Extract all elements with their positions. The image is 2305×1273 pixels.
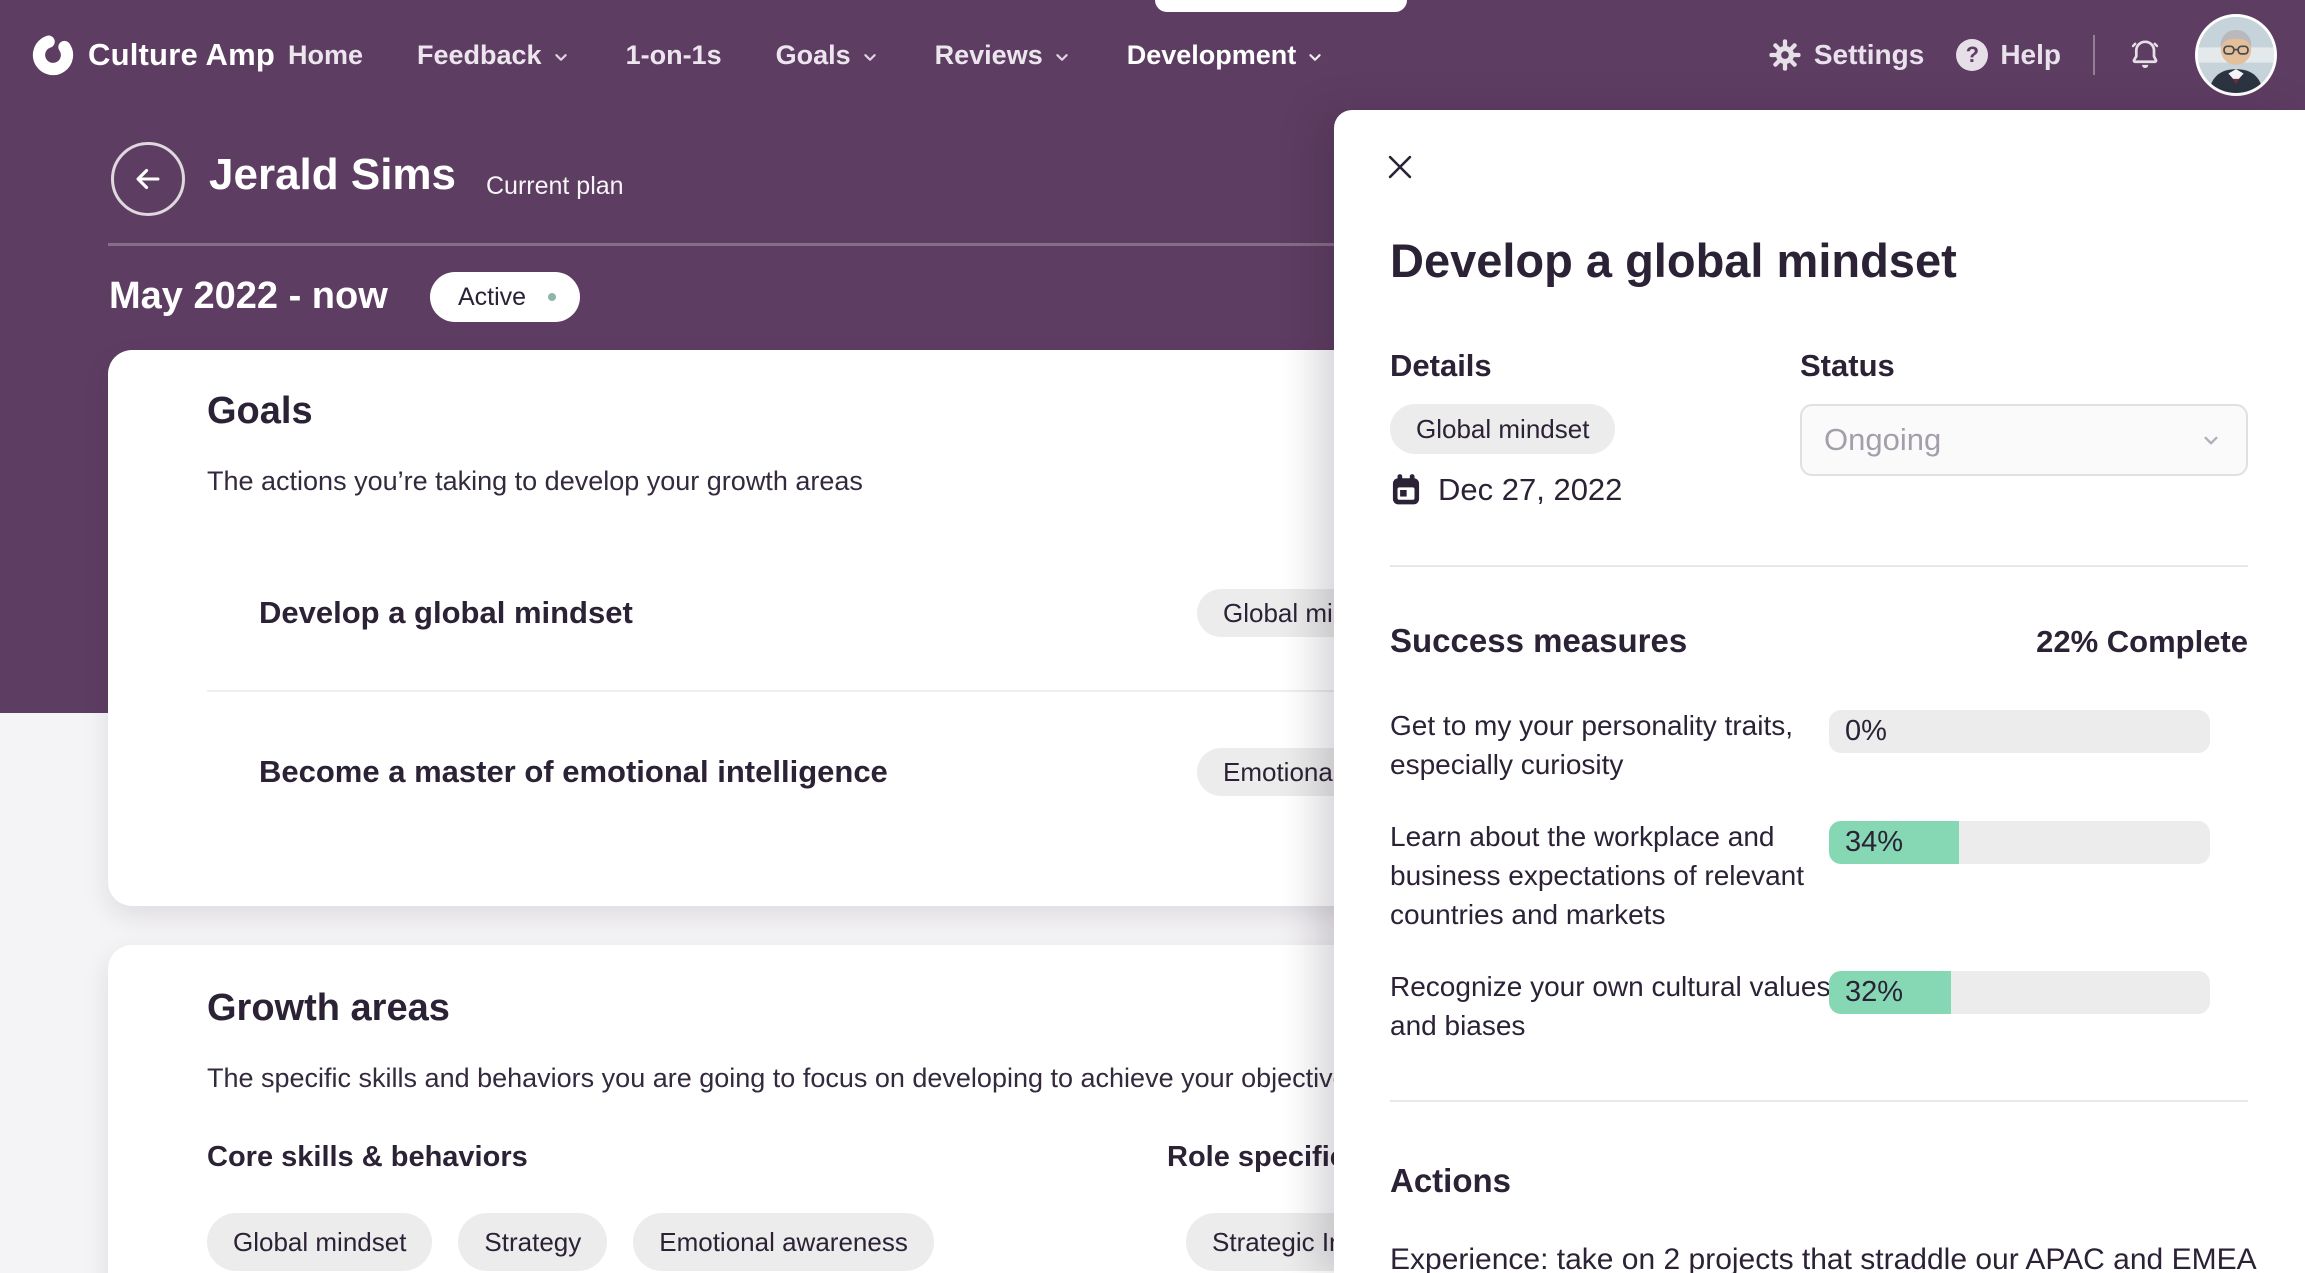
goal-row-develop-a-global-mindset[interactable]: Develop a global mindset Global mindset [259,589,1430,637]
nav-right-cluster: Settings ? Help [1768,0,2277,110]
status-dot-icon [548,293,557,301]
progress-bar: 0% [1829,710,2210,753]
help-button[interactable]: ? Help [1956,39,2061,71]
measure-label: Learn about the workplace and business e… [1390,821,1805,930]
chevron-down-icon [2204,436,2218,445]
nav-item-development[interactable]: Development [1127,40,1327,71]
close-icon [1388,155,1412,179]
growth-tag-global-mindset[interactable]: Global mindset [207,1213,433,1271]
brand-logo[interactable]: Culture Amp [32,0,275,110]
chevron-down-icon [863,53,876,61]
calendar-icon [1392,474,1420,505]
top-nav: Culture Amp Home Feedback 1-on-1s Goals Revi… [0,0,2305,110]
progress-percent-label: 32% [1845,976,1904,1008]
progress-bar: 32% [1829,971,2210,1014]
chevron-down-icon [1056,53,1068,61]
plan-status-label: Active [458,282,527,311]
culture-amp-logo-icon [32,34,74,76]
settings-button[interactable]: Settings [1768,38,1924,72]
nav-item-goals[interactable]: Goals [776,40,881,71]
success-measures-heading: Success measures [1390,622,1688,659]
nav-item-home[interactable]: Home [288,40,363,71]
brand-name: Culture Amp [88,37,276,72]
settings-label: Settings [1813,39,1925,70]
nav-item-label: Reviews [934,39,1043,70]
progress-percent-label: 34% [1845,826,1904,858]
nav-item-label: Development [1126,39,1297,70]
help-label: Help [2000,39,2061,70]
nav-item-label: Home [288,39,364,70]
plan-label: Current plan [486,172,624,200]
drawer-close-button[interactable] [1383,150,1417,184]
core-skills-tags: Global mindset Strategy Emotional awarenes… [207,1213,934,1271]
progress-percent-label: 0% [1845,715,1887,747]
overall-complete-label: 22% Complete [2036,624,2248,659]
goals-card-title: Goals [207,390,313,432]
growth-card-description: The specific skills and behaviors you ar… [207,1063,1362,1093]
nav-item-label: Goals [775,39,851,70]
success-measures-header: Success measures 22% Complete [1390,622,2248,660]
progress-bar: 34% [1829,821,2210,864]
goal-row-become-a-master-of-emotional-intelligence[interactable]: Become a master of emotional intelligenc… [259,748,1498,796]
drawer-title: Develop a global mindset [1390,234,1957,287]
status-select[interactable]: Ongoing [1800,404,2248,476]
growth-areas-card: Growth areas The specific skills and beh… [108,945,1468,1273]
goal-title: Develop a global mindset [259,595,633,630]
nav-item-label: 1-on-1s [625,39,722,70]
goal-title: Become a master of emotional intelligenc… [259,754,888,789]
nav-items: Home Feedback 1-on-1s Goals Reviews Developme… [288,0,1326,110]
measure-label: Recognize your own cultural values and b… [1390,971,1831,1041]
app-root: Culture Amp Home Feedback 1-on-1s Goals Revi… [0,0,2305,1273]
goal-category-tag: Global mindset [1390,404,1616,454]
nav-item-1-on-1s[interactable]: 1-on-1s [626,40,722,71]
goal-row-divider [207,690,1430,692]
due-date: Dec 27, 2022 [1438,472,1623,507]
page-title: Jerald Sims [209,150,457,199]
growth-tag-emotional-awareness[interactable]: Emotional awareness [633,1213,934,1271]
goals-card-description: The actions you’re taking to develop you… [207,466,863,496]
nav-item-reviews[interactable]: Reviews [935,40,1073,71]
growth-card-title: Growth areas [207,987,450,1029]
gear-icon [1769,39,1801,71]
action-text: Experience: take on 2 projects that stra… [1390,1243,2257,1273]
status-select-value: Ongoing [1824,422,1942,457]
chevron-down-icon [554,53,567,61]
back-button[interactable] [111,142,185,216]
details-heading: Details [1390,348,1492,383]
user-avatar[interactable] [2195,14,2277,96]
goal-detail-drawer: Develop a global mindset Details Status … [1334,110,2305,1273]
growth-tag-strategy[interactable]: Strategy [458,1213,608,1271]
goals-card: Goals The actions you’re taking to devel… [108,350,1498,906]
nav-divider [2093,35,2095,75]
arrow-left-icon [136,168,160,190]
role-specific-heading: Role specific [1167,1141,1346,1173]
status-heading: Status [1800,348,1895,383]
nav-item-feedback[interactable]: Feedback [417,40,572,71]
plan-status-badge[interactable]: Active [430,272,581,322]
chevron-down-icon [1309,53,1321,61]
actions-heading: Actions [1390,1162,1512,1199]
nav-item-label: Feedback [417,39,542,70]
due-date-row: Dec 27, 2022 [1390,472,1622,508]
help-icon: ? [1956,39,1989,71]
drawer-divider [1390,565,2248,567]
drawer-divider [1390,1100,2248,1102]
plan-period: May 2022 - now [109,275,388,317]
notifications-bell-icon[interactable] [2127,37,2163,73]
measure-label: Get to my your personality traits, espec… [1390,710,1794,780]
core-skills-heading: Core skills & behaviors [207,1141,528,1173]
